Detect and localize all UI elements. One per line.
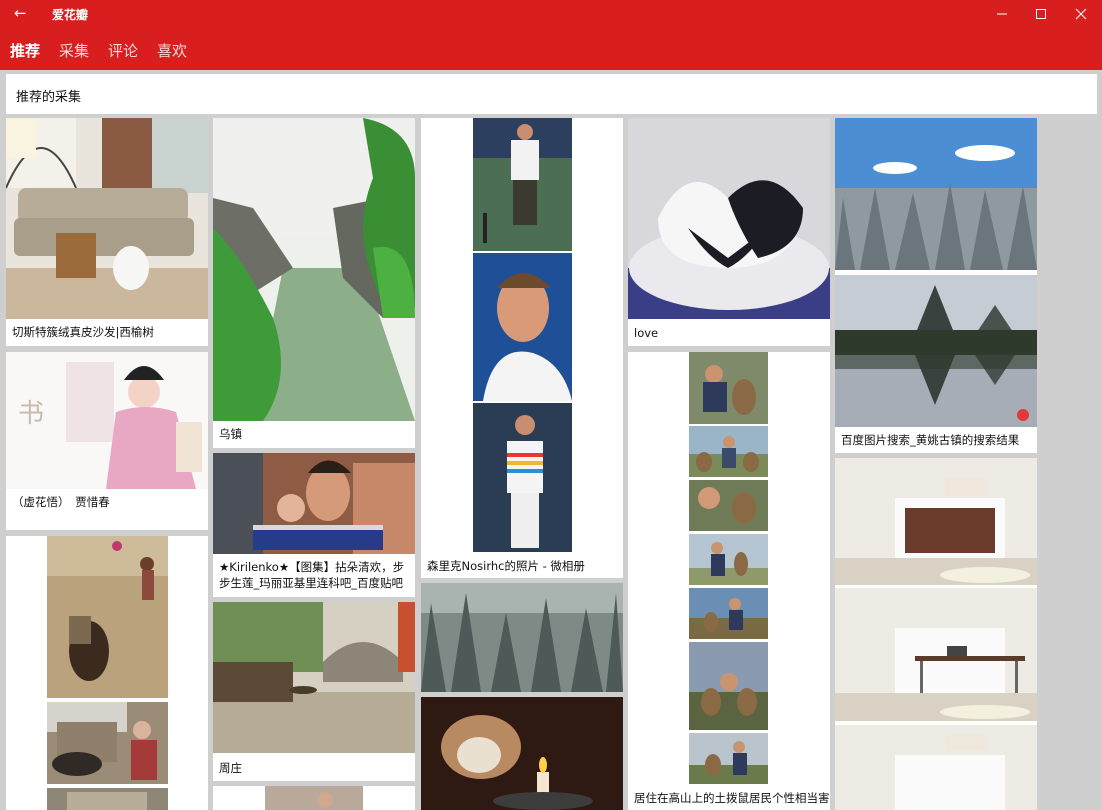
pin-card-murphy-bed[interactable]: [835, 458, 1037, 810]
pin-card-stone-forest[interactable]: [421, 583, 623, 692]
close-button[interactable]: [1061, 0, 1101, 28]
tab-likes[interactable]: 喜欢: [157, 40, 187, 61]
pin-image-marmot-2[interactable]: [689, 426, 768, 477]
pin-caption: 乌镇: [219, 427, 242, 441]
minimize-icon: [997, 13, 1007, 15]
pin-card-marmots[interactable]: 居住在高山上的土拨鼠居民个性相当害: [628, 352, 830, 810]
pin-card-xichun[interactable]: 书 （虚花悟） 贾惜春: [6, 352, 208, 530]
pin-image-bed-2[interactable]: [835, 588, 1037, 721]
pin-card-huangyao[interactable]: 百度图片搜索_黄姚古镇的搜索结果: [835, 118, 1037, 453]
tab-comments[interactable]: 评论: [108, 40, 138, 61]
pin-caption: 百度图片搜索_黄姚古镇的搜索结果: [841, 433, 1020, 447]
pin-image-tennis-3[interactable]: [473, 403, 572, 552]
tab-recommended[interactable]: 推荐: [10, 40, 40, 61]
minimize-button[interactable]: [982, 0, 1022, 28]
pin-card-wuzhen[interactable]: 乌镇: [213, 118, 415, 448]
pin-image-tennis-2[interactable]: [473, 253, 572, 401]
pin-image-marmot-7[interactable]: [689, 733, 768, 784]
pin-image-cat-candle[interactable]: [421, 697, 623, 810]
pin-image-dog-3[interactable]: [47, 788, 168, 810]
pin-card-sofa[interactable]: 切斯特簇绒真皮沙发|西榆树: [6, 118, 208, 346]
app-title: 爱花瓣: [52, 8, 89, 22]
pin-image-marmot-5[interactable]: [689, 588, 768, 639]
pin-image-marmot-1[interactable]: [689, 352, 768, 424]
pin-card-nosirhc[interactable]: 森里克Nosirhc的照片 - 微相册: [421, 118, 623, 578]
pin-image-xichun[interactable]: 书: [6, 352, 208, 489]
pin-image-stone-forest[interactable]: [421, 583, 623, 692]
pin-card-dogs[interactable]: [6, 536, 208, 810]
pin-image-dog-2[interactable]: [47, 702, 168, 784]
close-icon: [1075, 8, 1087, 20]
maximize-icon: [1036, 9, 1046, 19]
pin-card-kirilenko[interactable]: ★Kirilenko★【图集】拈朵清欢，步步生莲_玛丽亚基里连科吧_百度贴吧: [213, 453, 415, 597]
pin-caption: 切斯特簇绒真皮沙发|西榆树: [12, 325, 154, 339]
pin-image-kirilenko[interactable]: [213, 453, 415, 554]
pin-image-tennis-1[interactable]: [473, 118, 572, 251]
pin-card-cat-candle[interactable]: [421, 697, 623, 810]
tab-bar: 推荐 采集 评论 喜欢: [0, 28, 1102, 70]
pin-image-karst[interactable]: [835, 118, 1037, 270]
pin-image-bed-3[interactable]: [835, 725, 1037, 810]
pin-image-love[interactable]: [628, 118, 830, 319]
pin-image-marmot-6[interactable]: [689, 642, 768, 730]
maximize-button[interactable]: [1021, 0, 1061, 28]
pin-image-wuzhen[interactable]: [213, 118, 415, 421]
pin-caption: 森里克Nosirhc的照片 - 微相册: [427, 559, 585, 573]
pin-image-huangyao[interactable]: [835, 275, 1037, 427]
back-arrow-icon[interactable]: ←: [14, 5, 30, 21]
svg-text:书: 书: [18, 399, 44, 429]
pin-caption: 周庄: [219, 761, 242, 775]
pin-image-dog-1[interactable]: [47, 536, 168, 698]
pin-caption: （虚花悟） 贾惜春: [12, 495, 110, 509]
pin-image-sofa[interactable]: [6, 118, 208, 319]
title-bar: ← 爱花瓣: [0, 0, 1102, 28]
pin-card-love[interactable]: love: [628, 118, 830, 346]
pin-image-zhouzhuang[interactable]: [213, 602, 415, 753]
pin-caption: 居住在高山上的土拨鼠居民个性相当害: [634, 791, 830, 805]
pin-caption: love: [634, 326, 659, 340]
tab-collections[interactable]: 采集: [59, 40, 89, 61]
pin-card-zhouzhuang[interactable]: 周庄: [213, 602, 415, 781]
section-header: 推荐的采集: [6, 74, 1097, 114]
section-title: 推荐的采集: [16, 90, 82, 105]
pin-image-marmot-4[interactable]: [689, 534, 768, 585]
pin-image-marmot-3[interactable]: [689, 480, 768, 531]
pin-card-partial-2[interactable]: [213, 786, 415, 810]
pin-caption: ★Kirilenko★【图集】拈朵清欢，步步生莲_玛丽亚基里连科吧_百度贴吧: [219, 560, 405, 590]
pin-image-bed-1[interactable]: [835, 458, 1037, 585]
pin-image-partial-2[interactable]: [265, 786, 363, 810]
